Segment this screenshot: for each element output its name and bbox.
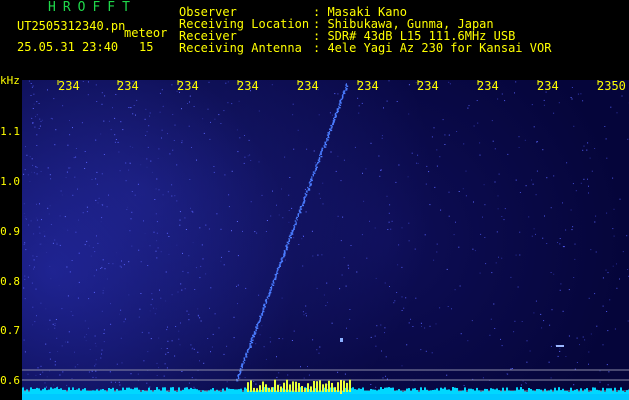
noise-layer: [22, 80, 629, 396]
y-tick-5: 0.7: [0, 324, 20, 337]
x-tick-2: 234: [117, 79, 139, 93]
x-tick-6: 234: [357, 79, 379, 93]
x-tick-4: 234: [237, 79, 259, 93]
datetime-label: 25.05.31 23:40: [17, 40, 119, 54]
filename-label: UT2505312340.pn: [17, 19, 126, 33]
count-label: 15: [139, 40, 154, 54]
tick-marks: [57, 80, 599, 85]
y-tick-3: 0.9: [0, 225, 20, 238]
x-tick-7: 234: [417, 79, 439, 93]
y-tick-2: 1.0: [0, 175, 20, 188]
signal-baseline: [22, 379, 629, 400]
antenna-label: Receiving Antenna: [179, 41, 302, 55]
spectrogram-svg: [22, 80, 629, 400]
x-tick-1: 234: [58, 79, 80, 93]
y-axis-unit: kHz: [0, 74, 20, 87]
meteor-trace: [236, 83, 564, 382]
x-tick-3: 234: [177, 79, 199, 93]
x-tick-10: 2350: [597, 79, 626, 93]
y-tick-1: 1.1: [0, 125, 20, 138]
antenna-value: : 4ele Yagi Az 230 for Kansai VOR: [313, 41, 552, 55]
y-tick-6: 0.6: [0, 374, 20, 387]
x-tick-8: 234: [477, 79, 499, 93]
x-tick-9: 234: [537, 79, 559, 93]
mode-label: meteor: [124, 26, 168, 40]
spectrogram-window: HROFFT UT2505312340.pn meteor 25.05.31 2…: [0, 0, 629, 400]
x-tick-5: 234: [297, 79, 319, 93]
spectrogram-plot: [22, 80, 629, 400]
y-tick-4: 0.8: [0, 275, 20, 288]
app-title: HROFFT: [48, 0, 137, 15]
